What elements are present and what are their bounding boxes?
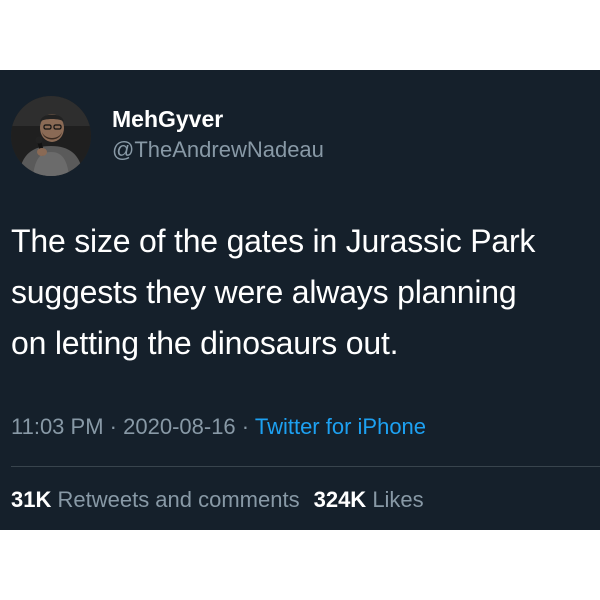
tweet-header: MehGyver @TheAndrewNadeau xyxy=(11,96,324,176)
tweet-stats: 31K Retweets and comments 324K Likes xyxy=(11,487,424,513)
meta-separator: · xyxy=(241,414,250,439)
retweets-stat[interactable]: 31K Retweets and comments xyxy=(11,487,300,512)
divider xyxy=(11,466,600,467)
meta-separator: · xyxy=(109,414,117,439)
tweet-source-link[interactable]: Twitter for iPhone xyxy=(255,414,426,439)
likes-stat[interactable]: 324K Likes xyxy=(314,487,424,512)
tweet-text-line: on letting the dinosaurs out. xyxy=(11,325,399,361)
retweets-label: Retweets and comments xyxy=(57,487,300,512)
tweet-text-line: The size of the gates in Jurassic Park xyxy=(11,223,536,259)
likes-count: 324K xyxy=(313,487,367,512)
avatar[interactable] xyxy=(11,96,91,176)
tweet-text-line: suggests they were always planning xyxy=(11,274,517,310)
tweet-text: The size of the gates in Jurassic Park s… xyxy=(11,216,591,369)
avatar-photo-icon xyxy=(11,96,91,176)
tweet-time[interactable]: 11:03 PM xyxy=(11,414,104,439)
tweet-date[interactable]: 2020-08-16 xyxy=(123,414,236,439)
author-names: MehGyver @TheAndrewNadeau xyxy=(112,105,324,164)
tweet-meta: 11:03 PM · 2020-08-16 · Twitter for iPho… xyxy=(11,414,426,440)
user-handle[interactable]: @TheAndrewNadeau xyxy=(112,136,324,164)
retweets-count: 31K xyxy=(11,487,52,512)
tweet-card: MehGyver @TheAndrewNadeau The size of th… xyxy=(0,70,600,530)
likes-label: Likes xyxy=(372,487,424,512)
display-name[interactable]: MehGyver xyxy=(112,105,324,133)
